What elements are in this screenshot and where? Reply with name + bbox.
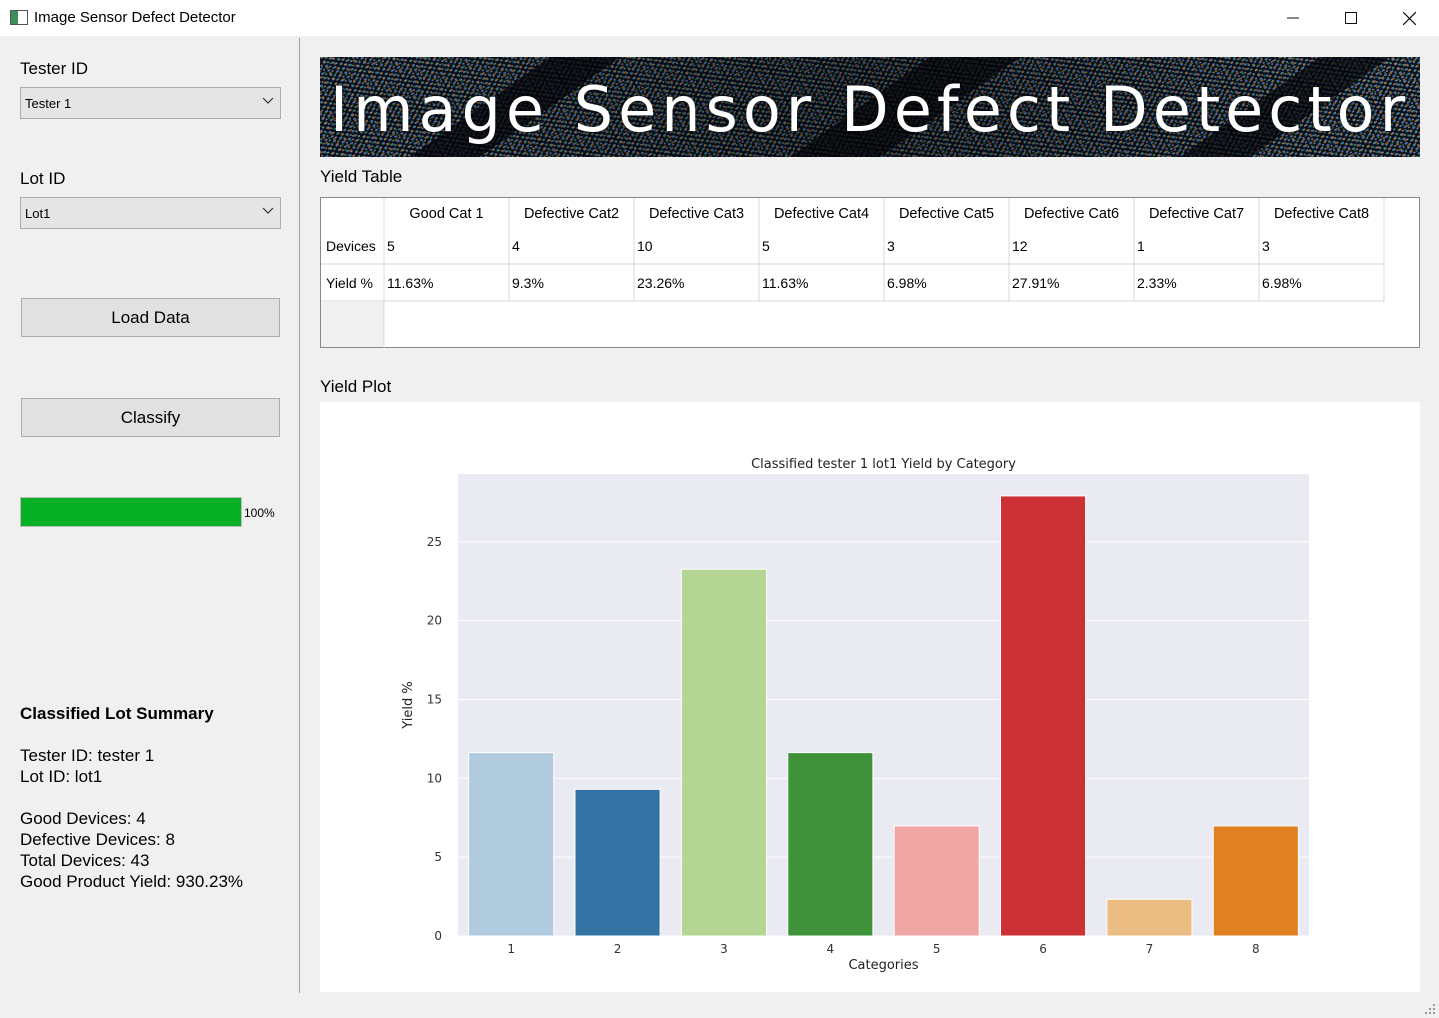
banner-title: Image Sensor Defect Detector — [329, 73, 1411, 146]
x-tick-label: 8 — [1252, 942, 1260, 956]
x-tick-label: 3 — [720, 942, 728, 956]
minimize-icon — [1287, 17, 1299, 19]
yield-plot-label: Yield Plot — [320, 377, 392, 396]
table-cell[interactable]: 3 — [1262, 238, 1270, 254]
table-cell[interactable]: 27.91% — [1012, 275, 1059, 291]
table-cell[interactable]: 3 — [887, 238, 895, 254]
classify-button[interactable]: Classify — [21, 398, 280, 437]
close-button[interactable] — [1380, 0, 1438, 36]
close-icon — [1402, 11, 1416, 25]
window-title: Image Sensor Defect Detector — [34, 9, 236, 26]
table-column-header[interactable]: Good Cat 1 — [384, 198, 509, 229]
progress-text: 100% — [244, 506, 275, 520]
x-tick-label: 5 — [933, 942, 941, 956]
minimize-button[interactable] — [1264, 0, 1322, 36]
chevron-down-icon — [262, 97, 274, 104]
bar — [1106, 898, 1193, 937]
progress-fill — [21, 498, 241, 526]
maximize-button[interactable] — [1322, 0, 1380, 36]
table-column-header[interactable]: Defective Cat5 — [884, 198, 1009, 229]
table-column-header[interactable]: Defective Cat7 — [1134, 198, 1259, 229]
table-cell[interactable]: 23.26% — [637, 275, 684, 291]
chart-title: Classified tester 1 lot1 Yield by Catego… — [751, 457, 1016, 472]
table-cell[interactable]: 5 — [762, 238, 770, 254]
lot-id-value: Lot1 — [25, 206, 51, 221]
table-column-header[interactable]: Defective Cat2 — [509, 198, 634, 229]
y-tick-label: 10 — [427, 771, 442, 785]
yield-plot: 0 5 10 15 20 25 1 2 3 4 5 6 7 8 Classified tester 1 lo… — [320, 402, 1420, 992]
bar — [574, 788, 661, 937]
table-column-header[interactable]: Defective Cat8 — [1259, 198, 1384, 229]
table-cell[interactable]: 2.33% — [1137, 275, 1177, 291]
table-cell[interactable]: 5 — [387, 238, 395, 254]
table-cell[interactable]: 11.63% — [387, 275, 433, 291]
table-cell[interactable]: 10 — [637, 238, 653, 254]
lot-id-select[interactable]: Lot1 — [20, 197, 281, 229]
y-axis-label: Yield % — [401, 681, 416, 729]
table-cell[interactable]: 6.98% — [1262, 275, 1302, 291]
bar — [468, 752, 555, 937]
y-tick-label: 15 — [427, 692, 442, 706]
progress-bar — [20, 497, 242, 527]
table-cell[interactable]: 1 — [1137, 238, 1145, 254]
bar — [680, 568, 767, 937]
summary-total-devices: Total Devices: 43 — [20, 851, 150, 870]
maximize-icon — [1345, 12, 1357, 24]
tester-id-select[interactable]: Tester 1 — [20, 87, 281, 119]
y-tick-label: 25 — [427, 535, 442, 549]
summary-title: Classified Lot Summary — [20, 704, 214, 723]
table-cell[interactable]: 9.3% — [512, 275, 544, 291]
x-axis-label: Categories — [848, 958, 918, 973]
x-tick-label: 4 — [826, 942, 834, 956]
panel-splitter[interactable] — [299, 38, 300, 993]
y-tick-label: 20 — [427, 614, 442, 628]
yield-table-label: Yield Table — [320, 167, 403, 186]
table-row-header[interactable]: Yield % — [326, 275, 373, 291]
table-cell[interactable]: 12 — [1012, 238, 1028, 254]
table-row-header[interactable]: Devices — [326, 238, 376, 254]
x-tick-label: 2 — [614, 942, 622, 956]
table-column-header[interactable]: Defective Cat3 — [634, 198, 759, 229]
table-cell[interactable]: 11.63% — [762, 275, 808, 291]
tester-id-label: Tester ID — [20, 59, 89, 78]
y-tick-label: 0 — [434, 929, 442, 943]
banner-image: Image Sensor Defect Detector — [320, 57, 1420, 157]
bar — [893, 825, 980, 937]
x-tick-label: 7 — [1146, 942, 1154, 956]
table-cell[interactable]: 6.98% — [887, 275, 927, 291]
summary-defective-devices: Defective Devices: 8 — [20, 830, 175, 849]
x-tick-label: 6 — [1039, 942, 1047, 956]
yield-bar-chart: 0 5 10 15 20 25 1 2 3 4 5 6 7 8 Classified tester 1 lo… — [401, 457, 1309, 973]
load-data-button[interactable]: Load Data — [21, 298, 280, 337]
title-bar: Image Sensor Defect Detector — [0, 0, 1439, 36]
tester-id-value: Tester 1 — [25, 96, 72, 111]
summary-lot: Lot ID: lot1 — [20, 767, 103, 786]
bar — [1212, 825, 1299, 937]
chevron-down-icon — [262, 207, 274, 214]
yield-table[interactable]: Good Cat 1 Defective Cat2 Defective Cat3 De… — [320, 197, 1420, 348]
table-column-header[interactable]: Defective Cat6 — [1009, 198, 1134, 229]
bar — [1000, 495, 1087, 937]
table-column-header[interactable]: Defective Cat4 — [759, 198, 884, 229]
summary-tester: Tester ID: tester 1 — [20, 746, 155, 765]
y-tick-label: 5 — [434, 850, 442, 864]
app-icon — [10, 10, 28, 25]
summary-good-devices: Good Devices: 4 — [20, 809, 146, 828]
x-tick-label: 1 — [507, 942, 515, 956]
resize-grip-icon[interactable] — [1424, 1003, 1436, 1015]
table-cell[interactable]: 4 — [512, 238, 520, 254]
summary-yield: Good Product Yield: 930.23% — [20, 872, 244, 891]
lot-id-label: Lot ID — [20, 169, 66, 188]
bar — [787, 752, 874, 937]
